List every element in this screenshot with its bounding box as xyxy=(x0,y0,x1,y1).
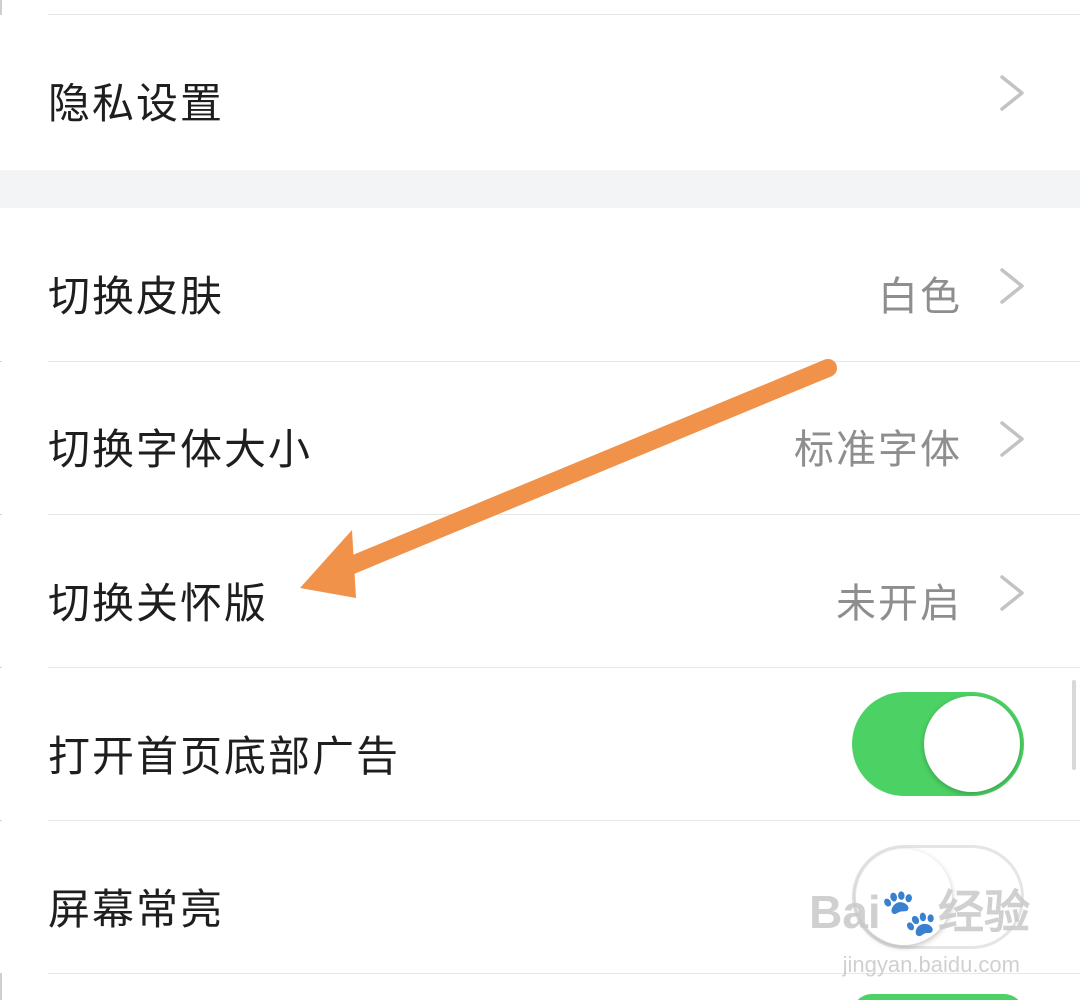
settings-item-label: 屏幕常亮 xyxy=(48,885,225,934)
chevron-right-icon xyxy=(1000,421,1024,457)
settings-item-font-size[interactable]: 切换字体大小 标准字体 xyxy=(0,362,1080,514)
settings-item-value: 标准字体 xyxy=(794,427,962,473)
settings-item-skin[interactable]: 切换皮肤 白色 xyxy=(0,208,1080,361)
settings-item-label: 隐私设置 xyxy=(48,79,225,128)
baidu-watermark-url: jingyan.baidu.com xyxy=(842,952,1020,977)
settings-item-label: 切换字体大小 xyxy=(48,425,313,474)
settings-item-label: 切换皮肤 xyxy=(48,272,225,321)
paw-icon: 🐾 xyxy=(880,886,938,938)
settings-item-privacy[interactable]: 隐私设置 xyxy=(0,15,1080,170)
home-ad-toggle[interactable] xyxy=(852,692,1024,796)
chevron-right-icon xyxy=(1000,75,1024,111)
settings-item-value: 未开启 xyxy=(836,581,962,627)
section-separator xyxy=(0,170,1080,208)
settings-item-label: 切换关怀版 xyxy=(48,579,269,628)
settings-item-home-ad: 打开首页底部广告 xyxy=(0,668,1080,820)
settings-screen: 隐私设置 切换皮肤 白色 切换字体大小 标准字体 切换关怀版 未开启 打开首页底… xyxy=(0,0,1080,1000)
settings-item-label: 打开首页底部广告 xyxy=(48,732,401,781)
baidu-watermark-logo: Bai🐾经验 xyxy=(809,886,1030,938)
chevron-right-icon xyxy=(1000,575,1024,611)
toggle-knob xyxy=(924,696,1020,792)
settings-item-care-mode[interactable]: 切换关怀版 未开启 xyxy=(0,515,1080,667)
scroll-indicator xyxy=(1072,680,1076,770)
next-toggle-peek xyxy=(852,994,1024,1000)
settings-item-value: 白色 xyxy=(878,274,962,320)
chevron-right-icon xyxy=(1000,268,1024,304)
